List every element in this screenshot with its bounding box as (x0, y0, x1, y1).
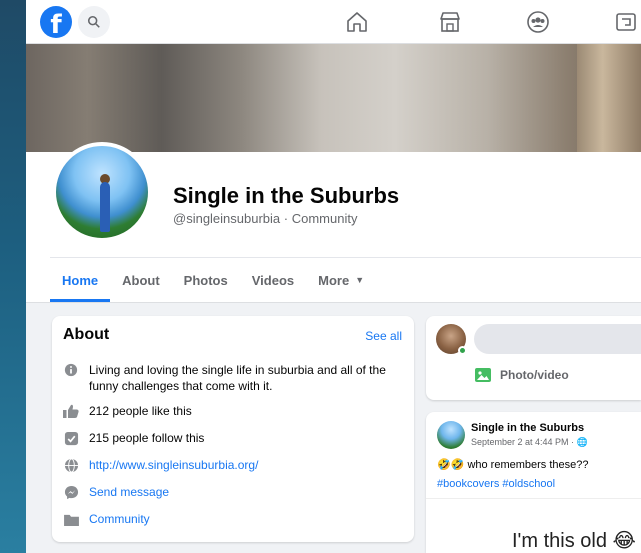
top-navigation-bar: f (26, 0, 641, 44)
photo-video-button[interactable]: Photo/video (474, 366, 569, 384)
online-status-dot (458, 346, 467, 355)
composer-input[interactable] (474, 324, 641, 354)
category-link[interactable]: Community (89, 511, 150, 527)
search-button[interactable] (78, 6, 110, 38)
page-title: Single in the Suburbs (173, 183, 400, 208)
likes-row: 212 people like this (63, 403, 192, 419)
tab-photos[interactable]: Photos (172, 258, 240, 302)
post-text: 🤣🤣 who remembers these?? (437, 459, 589, 471)
about-heading: About (63, 326, 110, 343)
website-row: http://www.singleinsuburbia.org/ (63, 457, 258, 473)
cover-photo[interactable] (26, 44, 641, 152)
like-icon (63, 403, 79, 419)
post-author-avatar[interactable] (437, 421, 465, 449)
cover-photo-detail (577, 44, 641, 152)
tab-home[interactable]: Home (50, 258, 111, 302)
post-author-name[interactable]: Single in the Suburbs (471, 422, 584, 434)
facebook-logo-icon[interactable]: f (40, 6, 72, 38)
post-hashtags[interactable]: #bookcovers #oldschool (437, 478, 555, 490)
groups-icon[interactable] (526, 10, 550, 34)
message-row: Send message (63, 484, 169, 500)
category-icon (63, 511, 79, 527)
website-link[interactable]: http://www.singleinsuburbia.org/ (89, 457, 258, 473)
messenger-icon (63, 484, 79, 500)
photo-video-label: Photo/video (500, 368, 569, 382)
followers-count: 215 people follow this (89, 431, 205, 445)
page-username-category: @singleinsuburbia · Community (173, 211, 358, 226)
facebook-page-window: f Single in the Suburbs @singleinsuburbi… (26, 0, 641, 553)
category-row: Community (63, 511, 150, 527)
post-timestamp[interactable]: September 2 at 4:44 PM · 🌐 (471, 437, 588, 448)
home-icon[interactable] (345, 10, 369, 34)
tab-more-label: More (318, 272, 350, 288)
about-description-row: Living and loving the single life in sub… (63, 362, 393, 394)
photo-icon (475, 368, 491, 382)
followers-row: 215 people follow this (63, 430, 204, 446)
marketplace-icon[interactable] (438, 10, 462, 34)
tab-videos[interactable]: Videos (240, 258, 306, 302)
gaming-icon[interactable] (614, 10, 638, 34)
send-message-link[interactable]: Send message (89, 484, 169, 500)
search-icon (87, 15, 100, 28)
page-tabs: Home About Photos Videos More ▼ (50, 258, 376, 302)
tab-more[interactable]: More ▼ (306, 258, 376, 302)
tab-about[interactable]: About (110, 258, 172, 302)
info-icon (63, 362, 79, 378)
post-image-caption: I'm this old 😂 (512, 530, 636, 552)
globe-icon (63, 457, 79, 473)
post-card: Single in the Suburbs September 2 at 4:4… (426, 412, 641, 553)
likes-count: 212 people like this (89, 404, 192, 418)
follow-icon (63, 430, 79, 446)
about-description: Living and loving the single life in sub… (89, 363, 386, 393)
about-card: About See all Living and loving the sing… (52, 316, 414, 542)
post-composer: Photo/video (426, 316, 641, 400)
see-all-link[interactable]: See all (365, 329, 402, 343)
profile-picture[interactable] (52, 142, 152, 242)
caret-down-icon: ▼ (355, 275, 365, 285)
